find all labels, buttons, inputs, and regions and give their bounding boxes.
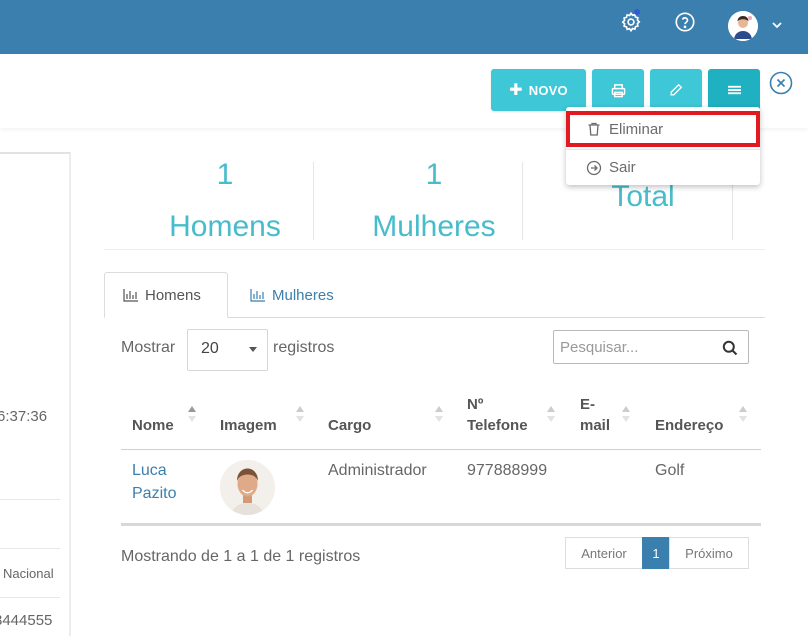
stat-label: Homens [169,210,281,243]
employee-name-link[interactable]: Luca Pazito [132,460,176,505]
notification-dot [634,9,640,15]
column-header-label: Nome [132,417,174,434]
chevron-down-icon[interactable] [770,18,784,32]
left-nacional-text: Nacional [3,566,54,581]
pagination-next[interactable]: Próximo [669,537,749,569]
sort-icon[interactable] [622,404,630,424]
column-header-label: mail [580,417,611,434]
caret-down-icon [249,347,257,352]
novo-button-label: NOVO [528,82,568,98]
divider [313,162,314,240]
stat-label: Mulheres [372,210,496,243]
tab-homens[interactable]: Homens [104,272,228,318]
top-navbar [0,0,808,54]
stat-label: Total [611,180,675,213]
close-circle-icon[interactable] [769,71,793,95]
print-button[interactable] [592,69,644,111]
pagination-previous[interactable]: Anterior [565,537,643,569]
divider [104,249,765,250]
menu-icon [727,85,741,95]
sort-icon[interactable] [435,404,443,424]
left-phone-text: 3444555 [0,612,53,629]
column-header-email[interactable]: E- mail [580,395,610,436]
divider [522,162,523,240]
cargo-cell: Administrador [328,462,427,479]
left-info-card [0,152,71,636]
plus-icon: ✚ [509,82,523,99]
column-header-label: Telefone [467,417,528,434]
search-input[interactable] [554,331,714,363]
table-header-divider [121,449,761,450]
tab-mulheres[interactable]: Mulheres [232,272,352,318]
bar-chart-icon [123,289,138,302]
column-header-nome[interactable]: Nome [132,416,174,436]
column-header-label: Nº [467,396,484,413]
printer-icon [611,83,625,97]
column-header-label: Endereço [655,417,724,434]
eliminar-menu-item[interactable]: Eliminar [566,111,760,147]
divider [0,597,60,598]
column-header-telefone[interactable]: Nº Telefone [467,395,528,436]
column-header-endereco[interactable]: Endereço [655,416,723,436]
pagination-page-1[interactable]: 1 [642,537,670,569]
actions-dropdown: Eliminar Sair [566,107,760,185]
telefone-cell: 977888999 [467,462,548,479]
column-header-label: E- [580,396,595,413]
sair-menu-item[interactable]: Sair [566,149,760,185]
search-box [553,330,749,364]
sort-icon[interactable] [188,404,196,424]
cell-text: Luca [132,462,167,479]
sair-label: Sair [609,159,636,176]
pencil-icon [670,83,683,96]
column-header-imagem[interactable]: Imagem [220,416,277,436]
stat-mulheres: 1 Mulheres [329,158,539,244]
show-label: Mostrar [121,339,176,356]
divider [0,548,60,549]
records-info: Mostrando de 1 a 1 de 1 registros [121,548,361,565]
user-avatar[interactable] [728,11,758,41]
stat-homens: 1 Homens [120,158,330,244]
tab-label: Mulheres [272,286,334,304]
arrow-circle-right-icon [586,160,602,175]
table-bottom-border [121,523,761,526]
eliminar-label: Eliminar [609,120,664,138]
novo-button[interactable]: ✚ NOVO [491,69,586,111]
help-icon[interactable] [674,11,696,33]
trash-icon [588,122,600,136]
stat-value: 1 [425,158,443,191]
endereco-cell: Golf [655,462,685,479]
column-header-label: Cargo [328,417,372,434]
tab-label: Homens [145,286,201,304]
divider [0,499,60,500]
column-header-label: Imagem [220,417,277,434]
sort-icon[interactable] [739,404,747,424]
menu-button[interactable] [708,69,760,111]
bar-chart-icon [250,289,265,302]
records-label: registros [273,339,335,356]
edit-button[interactable] [650,69,702,111]
stat-value: 1 [216,158,234,191]
search-icon[interactable] [722,340,738,356]
left-time-text: 6:37:36 [0,408,48,425]
employee-photo [220,460,275,515]
sort-icon[interactable] [547,404,555,424]
column-header-cargo[interactable]: Cargo [328,416,371,436]
page-size-select[interactable]: 20 [187,329,268,371]
sort-icon[interactable] [296,404,304,424]
page-size-value: 20 [201,340,219,357]
cell-text: Pazito [132,485,177,502]
